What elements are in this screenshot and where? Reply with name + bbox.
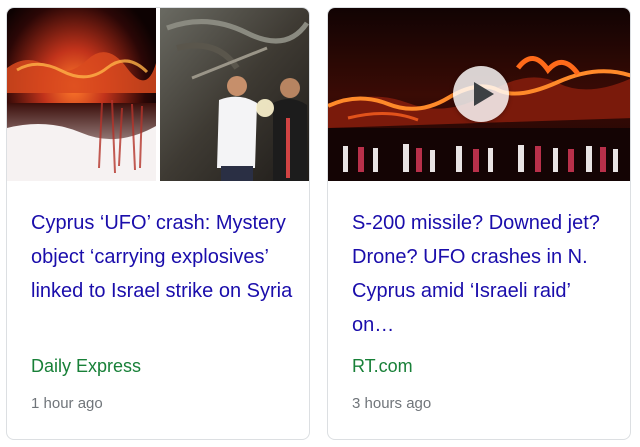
thumbnail-image [7, 8, 309, 181]
play-icon [474, 82, 494, 106]
news-headline[interactable]: Cyprus ‘UFO’ crash: Mystery object ‘carr… [31, 206, 295, 308]
play-button[interactable] [453, 66, 509, 122]
news-thumbnail[interactable] [7, 8, 309, 181]
news-card[interactable]: S-200 missile? Downed jet? Drone? UFO cr… [327, 7, 631, 440]
news-source: RT.com [352, 356, 413, 376]
news-thumbnail[interactable] [328, 8, 630, 181]
news-headline[interactable]: S-200 missile? Downed jet? Drone? UFO cr… [352, 206, 616, 342]
news-timestamp: 3 hours ago [352, 395, 432, 412]
news-card[interactable]: Cyprus ‘UFO’ crash: Mystery object ‘carr… [6, 7, 310, 440]
news-source: Daily Express [31, 356, 142, 376]
news-timestamp: 1 hour ago [31, 395, 103, 412]
